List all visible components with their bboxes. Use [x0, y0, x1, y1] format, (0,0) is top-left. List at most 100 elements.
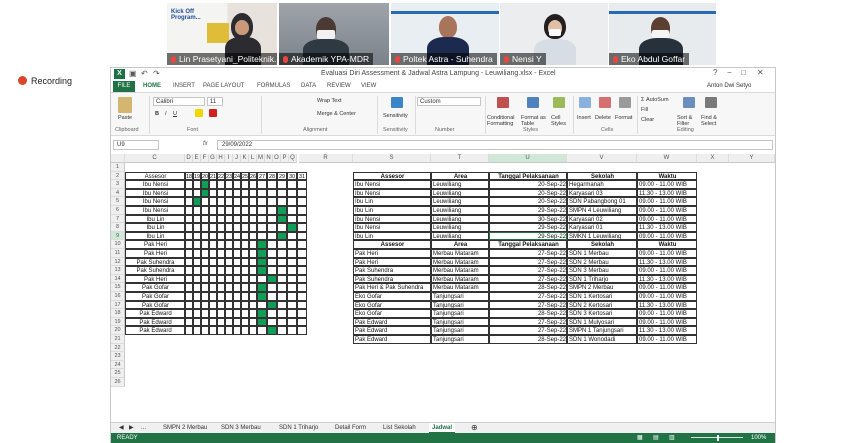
- schedule-cell[interactable]: [287, 283, 297, 292]
- schedule-cell[interactable]: [217, 197, 225, 206]
- schedule-cell[interactable]: [217, 214, 225, 224]
- delete-cells-icon[interactable]: [599, 97, 611, 108]
- schedule-table-2-cell[interactable]: Merbau Mataram: [431, 249, 489, 258]
- schedule-table-1-cell[interactable]: 29-Sep-22: [489, 206, 567, 215]
- schedule-table-1-cell[interactable]: 09.00 - 11.00 WIB: [637, 206, 697, 215]
- fill-color-icon[interactable]: [195, 109, 203, 117]
- row-header[interactable]: 23: [111, 352, 125, 361]
- schedule-table-2-cell[interactable]: 27-Sep-22: [489, 257, 567, 267]
- schedule-cell[interactable]: [287, 317, 297, 327]
- underline-button[interactable]: U: [173, 111, 177, 117]
- schedule-cell[interactable]: [185, 257, 193, 267]
- schedule-cell[interactable]: [277, 257, 287, 267]
- schedule-table-1-cell[interactable]: Ibu Nensi: [353, 214, 431, 224]
- assessor-cell[interactable]: Ibu Nensi: [125, 180, 185, 189]
- schedule-cell[interactable]: [267, 240, 277, 249]
- schedule-table-1-cell[interactable]: 20-Sep-22: [489, 180, 567, 189]
- schedule-cell[interactable]: [241, 266, 249, 275]
- wrap-text-button[interactable]: Wrap Text: [317, 98, 342, 104]
- day-header[interactable]: 27: [257, 171, 267, 181]
- schedule-cell[interactable]: [277, 283, 287, 292]
- schedule-cell[interactable]: [185, 240, 193, 249]
- column-header[interactable]: R: [299, 154, 353, 163]
- schedule-cell[interactable]: [201, 266, 209, 275]
- schedule-table-1-cell[interactable]: Karyasari 02: [567, 214, 637, 224]
- assessor-cell[interactable]: Ibu Lin: [125, 223, 185, 232]
- schedule-mark[interactable]: [257, 240, 267, 249]
- row-header[interactable]: 4: [111, 188, 125, 198]
- schedule-cell[interactable]: [217, 223, 225, 232]
- schedule-mark[interactable]: [267, 300, 277, 310]
- row-header[interactable]: 26: [111, 378, 125, 387]
- schedule-table-2-cell[interactable]: SDN 1 Triharjo: [567, 274, 637, 284]
- schedule-cell[interactable]: [267, 188, 277, 198]
- schedule-table-1-cell[interactable]: Ibu Nensi: [353, 188, 431, 198]
- conditional-formatting-icon[interactable]: [497, 97, 509, 108]
- schedule-cell[interactable]: [249, 317, 257, 327]
- schedule-cell[interactable]: [209, 249, 217, 258]
- schedule-cell[interactable]: [233, 292, 241, 301]
- schedule-cell[interactable]: [297, 326, 307, 335]
- column-header[interactable]: M: [257, 154, 265, 163]
- schedule-table-2-cell[interactable]: 11.30 - 13.00 WIB: [637, 326, 697, 335]
- schedule-table-2-header[interactable]: Area: [431, 240, 489, 249]
- schedule-cell[interactable]: [193, 231, 201, 241]
- schedule-cell[interactable]: [297, 180, 307, 189]
- schedule-table-1-cell[interactable]: Leuwiliang: [431, 223, 489, 232]
- tab-review[interactable]: REVIEW: [327, 83, 351, 89]
- schedule-cell[interactable]: [209, 180, 217, 189]
- schedule-cell[interactable]: [287, 231, 297, 241]
- schedule-table-2-cell[interactable]: Eko Gofar: [353, 292, 431, 301]
- schedule-cell[interactable]: [185, 249, 193, 258]
- assessor-cell[interactable]: Pak Suhendra: [125, 257, 185, 267]
- schedule-cell[interactable]: [209, 292, 217, 301]
- help-button[interactable]: ?: [713, 68, 717, 77]
- row-header[interactable]: 6: [111, 206, 125, 215]
- page-layout-view-icon[interactable]: ▤: [653, 433, 659, 443]
- schedule-cell[interactable]: [185, 309, 193, 318]
- italic-button[interactable]: I: [165, 111, 167, 117]
- schedule-table-2-cell[interactable]: 11.30 - 13.00 WIB: [637, 300, 697, 310]
- schedule-cell[interactable]: [241, 223, 249, 232]
- schedule-cell[interactable]: [225, 309, 233, 318]
- row-header[interactable]: 15: [111, 283, 125, 292]
- schedule-table-2-cell[interactable]: Pak Suhendra: [353, 274, 431, 284]
- schedule-cell[interactable]: [287, 188, 297, 198]
- row-header[interactable]: 17: [111, 300, 125, 310]
- merge-center-button[interactable]: Merge & Center: [317, 111, 356, 117]
- day-header[interactable]: 25: [241, 171, 249, 181]
- schedule-mark[interactable]: [201, 180, 209, 189]
- schedule-cell[interactable]: [277, 197, 287, 206]
- schedule-table-2-header[interactable]: Tanggal Pelaksanaan: [489, 240, 567, 249]
- schedule-cell[interactable]: [185, 197, 193, 206]
- schedule-table-1-cell[interactable]: Ibu Lin: [353, 206, 431, 215]
- schedule-cell[interactable]: [185, 274, 193, 284]
- schedule-cell[interactable]: [217, 317, 225, 327]
- schedule-table-2-cell[interactable]: Pak Edward: [353, 326, 431, 335]
- schedule-table-2-header[interactable]: Waktu: [637, 240, 697, 249]
- row-header[interactable]: 9: [111, 231, 125, 241]
- schedule-cell[interactable]: [193, 283, 201, 292]
- schedule-mark[interactable]: [277, 214, 287, 224]
- schedule-table-1-cell[interactable]: 11.30 - 13.00 WIB: [637, 188, 697, 198]
- schedule-table-2-cell[interactable]: 09.00 - 11.00 WIB: [637, 249, 697, 258]
- insert-cells-icon[interactable]: [579, 97, 591, 108]
- schedule-cell[interactable]: [209, 300, 217, 310]
- normal-view-icon[interactable]: ▦: [637, 433, 643, 443]
- schedule-cell[interactable]: [249, 309, 257, 318]
- schedule-table-1-cell[interactable]: Ibu Lin: [353, 231, 431, 241]
- schedule-cell[interactable]: [225, 188, 233, 198]
- format-cells-button[interactable]: Format: [615, 115, 632, 121]
- schedule-cell[interactable]: [225, 180, 233, 189]
- sensitivity-button[interactable]: Sensitivity: [383, 113, 408, 119]
- schedule-cell[interactable]: [217, 292, 225, 301]
- schedule-cell[interactable]: [297, 309, 307, 318]
- schedule-cell[interactable]: [201, 292, 209, 301]
- schedule-cell[interactable]: [287, 240, 297, 249]
- schedule-mark[interactable]: [267, 326, 277, 335]
- schedule-cell[interactable]: [209, 317, 217, 327]
- schedule-table-1-cell[interactable]: 30-Sep-22: [489, 214, 567, 224]
- schedule-cell[interactable]: [287, 214, 297, 224]
- schedule-cell[interactable]: [257, 197, 267, 206]
- tab-page-layout[interactable]: PAGE LAYOUT: [203, 83, 244, 89]
